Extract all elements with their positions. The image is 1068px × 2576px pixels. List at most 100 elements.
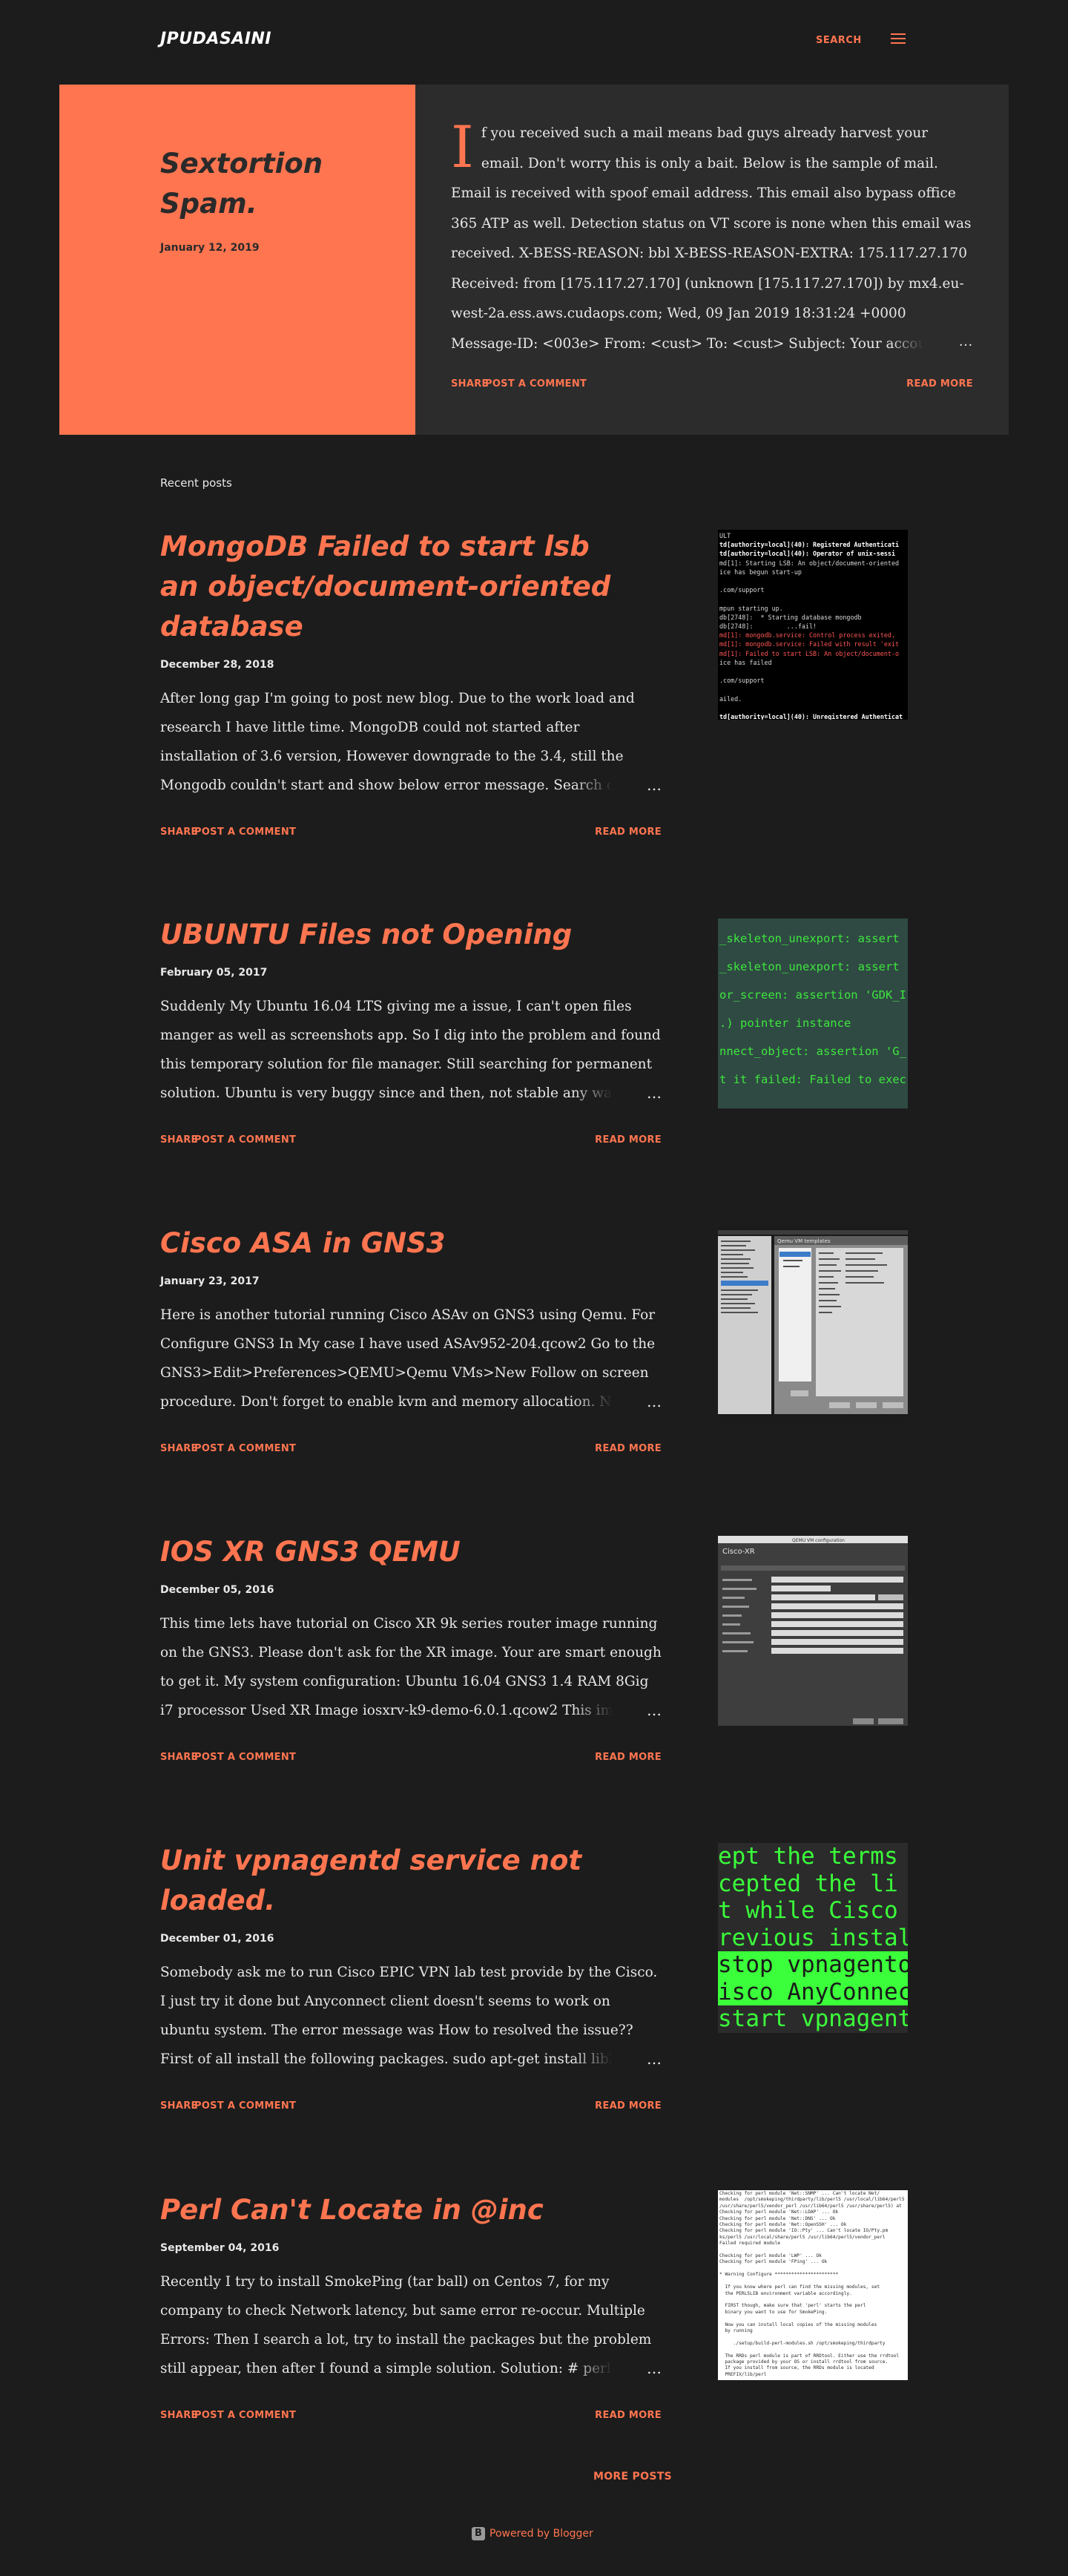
featured-post: Sextortion Spam. January 12, 2019 If you…: [59, 85, 1009, 435]
post-thumbnail-screenshot[interactable]: QEMU VM configuration Cisco-XR: [718, 1536, 908, 1726]
more-posts-link[interactable]: MORE POSTS: [593, 2471, 672, 2483]
share-button[interactable]: SHARE: [451, 378, 489, 390]
terminal-line: td[authority=local](40): Registered Auth…: [719, 541, 900, 549]
read-more-link[interactable]: READ MORE: [595, 1752, 662, 1763]
read-more-link[interactable]: READ MORE: [595, 827, 662, 838]
post-title[interactable]: UBUNTU Files not Opening: [160, 915, 635, 955]
powered-by-blogger[interactable]: Powered by Blogger: [472, 2527, 593, 2542]
post-snippet: Somebody ask me to run Cisco EPIC VPN la…: [160, 1958, 662, 2074]
terminal-line: or_screen: assertion 'GDK_I: [719, 988, 906, 1002]
terminal-line: the PERL5LIB environment variable accord…: [719, 2290, 852, 2296]
post-title[interactable]: Perl Can't Locate in @inc: [160, 2190, 635, 2230]
terminal-line: _skeleton_unexport: assert: [719, 932, 900, 945]
post-title[interactable]: Cisco ASA in GNS3: [160, 1223, 635, 1264]
hamburger-menu-icon[interactable]: [891, 33, 906, 45]
drop-cap: I: [451, 119, 474, 181]
terminal-line: stop vpnagento: [718, 1951, 908, 1979]
featured-post-text: f you received such a mail means bad guy…: [451, 125, 972, 352]
post-comment-link[interactable]: POST A COMMENT: [194, 2100, 296, 2112]
snippet-ellipsis: …: [573, 2354, 662, 2383]
share-button[interactable]: SHARE: [160, 2100, 198, 2112]
post-comment-link[interactable]: POST A COMMENT: [194, 827, 296, 838]
share-button[interactable]: SHARE: [160, 827, 198, 838]
snippet-ellipsis: …: [573, 771, 662, 800]
post-item: Unit vpnagentd service not loaded. Decem…: [160, 1841, 908, 2115]
post-comment-link[interactable]: POST A COMMENT: [485, 378, 587, 390]
featured-post-title[interactable]: Sextortion Spam.: [160, 144, 383, 224]
terminal-line: t it failed: Failed to exec: [719, 1073, 906, 1086]
featured-post-actions: SHARE POST A COMMENT READ MORE: [451, 378, 973, 393]
terminal-line: Checking for perl module 'FPing' ... Ok: [719, 2259, 828, 2265]
read-more-link[interactable]: READ MORE: [595, 2100, 662, 2112]
post-comment-link[interactable]: POST A COMMENT: [194, 1443, 296, 1454]
terminal-line: ept the terms: [718, 1843, 898, 1870]
post-comment-link[interactable]: POST A COMMENT: [194, 1752, 296, 1763]
post-title[interactable]: MongoDB Failed to start lsb an object/do…: [160, 527, 635, 647]
read-more-link[interactable]: READ MORE: [595, 1134, 662, 1146]
search-button[interactable]: SEARCH: [816, 35, 862, 46]
terminal-line: cepted the li: [718, 1870, 898, 1897]
share-button[interactable]: SHARE: [160, 1752, 198, 1763]
powered-by-label: Powered by Blogger: [490, 2528, 593, 2540]
post-thumbnail-terminal[interactable]: ept the terms cepted the li t while Cisco r…: [718, 1843, 908, 2033]
dialog-title: Qemu VM templates: [777, 1238, 831, 1244]
post-thumbnail-terminal[interactable]: Checking for perl module 'Net::SNMP' ...…: [718, 2190, 908, 2380]
post-snippet: After long gap I'm going to post new blo…: [160, 684, 662, 800]
terminal-line: Failed required module: [719, 2241, 780, 2247]
qemu-vm-config-screenshot: QEMU VM configuration Cisco-XR: [718, 1536, 908, 1726]
terminal-line: If you install from source, the RRDs mod…: [719, 2365, 874, 2371]
terminal-output: Checking for perl module 'Net::SNMP' ...…: [718, 2190, 908, 2378]
post-title[interactable]: IOS XR GNS3 QEMU: [160, 1532, 635, 1572]
terminal-line: ULT: [719, 532, 731, 539]
post-comment-link[interactable]: POST A COMMENT: [194, 2410, 296, 2421]
post-thumbnail-terminal[interactable]: ULT td[authority=local](40): Registered A…: [718, 530, 908, 720]
terminal-line: /usr/share/perl5/vendor_perl /usr/lib64/…: [719, 2203, 902, 2209]
featured-post-date[interactable]: January 12, 2019: [160, 242, 260, 254]
terminal-line: md[1]: mongodb.service: Failed with resu…: [719, 640, 900, 648]
terminal-line: revious instal: [718, 1924, 908, 1951]
read-more-link[interactable]: READ MORE: [595, 1443, 662, 1454]
terminal-line: .com/support: [719, 586, 765, 594]
terminal-line: Checking for perl module 'LWP' ... Ok: [719, 2253, 822, 2259]
terminal-line: If you know where perl can find the miss…: [719, 2284, 880, 2290]
share-button[interactable]: SHARE: [160, 2410, 198, 2421]
read-more-link[interactable]: READ MORE: [906, 378, 973, 390]
terminal-line: Checking for perl module 'Net::DNS' ... …: [719, 2215, 836, 2221]
terminal-output: ULT td[authority=local](40): Registered A…: [718, 530, 908, 720]
post-snippet: This time lets have tutorial on Cisco XR…: [160, 1609, 662, 1725]
post-title[interactable]: Unit vpnagentd service not loaded.: [160, 1841, 635, 1921]
terminal-line: td[authority=local](40): Unregistered Au…: [719, 713, 903, 720]
share-button[interactable]: SHARE: [160, 1443, 198, 1454]
site-header: JPUDASAINI SEARCH: [0, 0, 1068, 85]
terminal-line: Now you can install local copies of the …: [719, 2322, 877, 2327]
recent-posts-heading: Recent posts: [160, 476, 232, 490]
terminal-line: .com/support: [719, 677, 765, 685]
terminal-line: nnect_object: assertion 'G_: [719, 1045, 906, 1058]
site-logo[interactable]: JPUDASAINI: [160, 30, 271, 48]
blogger-icon: [472, 2527, 485, 2540]
read-more-link[interactable]: READ MORE: [595, 2410, 662, 2421]
post-actions: SHARE POST A COMMENT READ MORE: [160, 827, 662, 841]
post-thumbnail-terminal[interactable]: _skeleton_unexport: assert _skeleton_unex…: [718, 919, 908, 1108]
terminal-output: _skeleton_unexport: assert _skeleton_unex…: [718, 919, 908, 1094]
post-actions: SHARE POST A COMMENT READ MORE: [160, 2410, 662, 2425]
terminal-line: ice has begun start-up: [719, 568, 802, 576]
terminal-line: ks/perl5 /usr/local/share/perl5 /usr/lib…: [719, 2234, 886, 2240]
post-thumbnail-screenshot[interactable]: Qemu VM templates: [718, 1227, 908, 1417]
post-comment-link[interactable]: POST A COMMENT: [194, 1134, 296, 1146]
terminal-line: FIRST though, make sure that 'perl' star…: [719, 2303, 866, 2309]
post-item: UBUNTU Files not Opening February 05, 20…: [160, 915, 908, 1149]
featured-post-snippet: If you received such a mail means bad gu…: [451, 119, 973, 356]
share-button[interactable]: SHARE: [160, 1134, 198, 1146]
dialog-title: QEMU VM configuration: [792, 1538, 845, 1543]
snippet-ellipsis: …: [573, 1696, 662, 1725]
terminal-line: .) pointer instance: [719, 1016, 851, 1030]
